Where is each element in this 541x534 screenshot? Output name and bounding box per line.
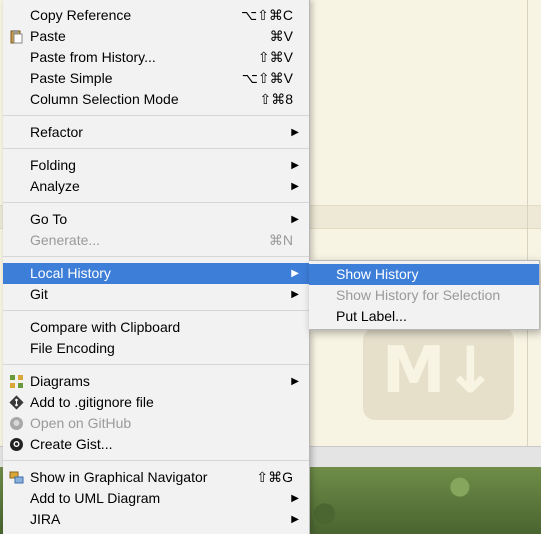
menu-item-compare-with-clipboard[interactable]: Compare with Clipboard bbox=[3, 317, 309, 338]
menu-item-add-to-uml-diagram[interactable]: Add to UML Diagram ▶ bbox=[3, 488, 309, 509]
menu-separator bbox=[3, 148, 309, 149]
menu-item-show-in-graphical-navigator[interactable]: Show in Graphical Navigator ⇧⌘G bbox=[3, 467, 309, 488]
submenu-arrow-icon: ▶ bbox=[291, 160, 299, 171]
menu-item-go-to[interactable]: Go To ▶ bbox=[3, 209, 309, 230]
menu-item-column-selection-mode[interactable]: Column Selection Mode ⇧⌘8 bbox=[3, 89, 309, 110]
menu-item-paste-from-history[interactable]: Paste from History... ⇧⌘V bbox=[3, 47, 309, 68]
submenu-item-put-label[interactable]: Put Label... bbox=[309, 306, 539, 327]
github-icon bbox=[9, 416, 24, 431]
navigator-icon bbox=[9, 470, 24, 485]
submenu-arrow-icon: ▶ bbox=[291, 493, 299, 504]
menu-separator bbox=[3, 310, 309, 311]
submenu-arrow-icon: ▶ bbox=[291, 268, 299, 279]
menu-item-open-on-github: Open on GitHub bbox=[3, 413, 309, 434]
menu-item-refactor[interactable]: Refactor ▶ bbox=[3, 122, 309, 143]
submenu-arrow-icon: ▶ bbox=[291, 514, 299, 525]
submenu-item-show-history[interactable]: Show History bbox=[309, 264, 539, 285]
menu-item-diagrams[interactable]: Diagrams ▶ bbox=[3, 371, 309, 392]
menu-item-copy-reference[interactable]: Copy Reference ⌥⇧⌘C bbox=[3, 5, 309, 26]
github-icon bbox=[9, 437, 24, 452]
context-menu: Copy Reference ⌥⇧⌘C Paste ⌘V Paste from … bbox=[3, 0, 310, 534]
menu-item-create-gist[interactable]: Create Gist... bbox=[3, 434, 309, 455]
git-icon bbox=[9, 395, 24, 410]
menu-separator bbox=[3, 115, 309, 116]
menu-item-file-encoding[interactable]: File Encoding bbox=[3, 338, 309, 359]
menu-item-paste-simple[interactable]: Paste Simple ⌥⇧⌘V bbox=[3, 68, 309, 89]
menu-separator bbox=[3, 460, 309, 461]
menu-item-jira[interactable]: JIRA ▶ bbox=[3, 509, 309, 530]
submenu-arrow-icon: ▶ bbox=[291, 376, 299, 387]
menu-separator bbox=[3, 202, 309, 203]
menu-item-analyze[interactable]: Analyze ▶ bbox=[3, 176, 309, 197]
editor-right-margin bbox=[527, 0, 528, 446]
menu-item-generate: Generate... ⌘N bbox=[30, 232, 293, 248]
submenu-arrow-icon: ▶ bbox=[291, 127, 299, 138]
menu-item-git[interactable]: Git ▶ bbox=[3, 284, 309, 305]
menu-item-folding[interactable]: Folding ▶ bbox=[3, 155, 309, 176]
diagram-icon bbox=[9, 374, 24, 389]
menu-separator bbox=[3, 256, 309, 257]
submenu-arrow-icon: ▶ bbox=[291, 289, 299, 300]
submenu-arrow-icon: ▶ bbox=[291, 214, 299, 225]
submenu-item-show-history-for-selection: Show History for Selection bbox=[336, 287, 501, 303]
markdown-logo-icon: M↓ bbox=[363, 328, 514, 420]
clipboard-icon bbox=[9, 29, 24, 44]
local-history-submenu: Show History Show History for Selection … bbox=[309, 260, 540, 330]
menu-item-paste[interactable]: Paste ⌘V bbox=[3, 26, 309, 47]
submenu-arrow-icon: ▶ bbox=[291, 181, 299, 192]
menu-separator bbox=[3, 364, 309, 365]
menu-item-local-history[interactable]: Local History ▶ bbox=[3, 263, 309, 284]
menu-item-add-to-gitignore[interactable]: Add to .gitignore file bbox=[3, 392, 309, 413]
